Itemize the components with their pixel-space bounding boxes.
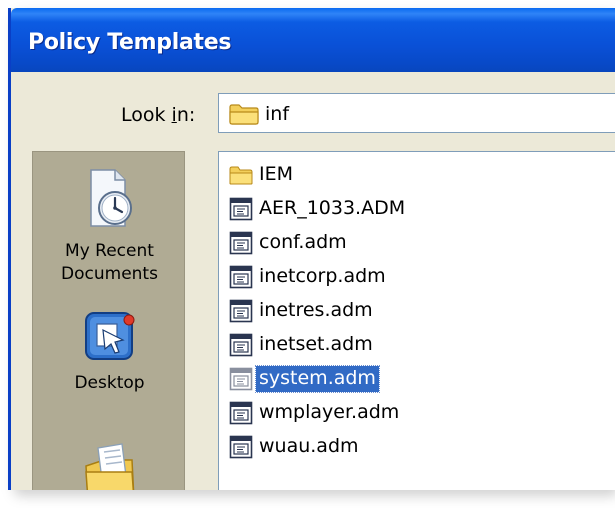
file-list-item-inetset-adm[interactable]: inetset.adm (229, 330, 376, 359)
file-list-item-aer-1033-adm[interactable]: AER_1033.ADM (229, 194, 408, 223)
file-list-item-inetres-adm[interactable]: inetres.adm (229, 296, 376, 325)
recent-documents-icon (85, 168, 135, 230)
screenshot-stage: Policy Templates Look in: inf My Recent … (0, 0, 615, 508)
adm-file-icon (229, 367, 253, 391)
adm-file-icon (229, 197, 253, 221)
places-item-desktop[interactable]: Desktop (33, 310, 186, 395)
file-name: IEM (259, 162, 294, 185)
adm-file-icon (229, 333, 253, 357)
adm-file-icon (229, 299, 253, 323)
my-documents-icon (82, 442, 138, 490)
file-list-item-conf-adm[interactable]: conf.adm (229, 228, 350, 257)
folder-icon (229, 163, 253, 187)
file-list-item-system-adm[interactable]: system.adm (229, 364, 380, 393)
adm-file-icon (229, 435, 253, 459)
desktop-icon (83, 310, 137, 364)
file-list-item-wmplayer-adm[interactable]: wmplayer.adm (229, 398, 402, 427)
file-name: wmplayer.adm (259, 400, 400, 423)
title-bar[interactable]: Policy Templates (11, 8, 615, 72)
adm-file-icon (229, 265, 253, 289)
file-list-item-wuau-adm[interactable]: wuau.adm (229, 432, 362, 461)
folder-icon (229, 103, 259, 129)
file-list[interactable]: IEM AER_1033.ADM conf.adm inetcorp.adm i… (218, 151, 615, 490)
places-bar: My Recent Documents Desktop (32, 151, 185, 490)
adm-file-icon (229, 231, 253, 255)
file-list-item-inetcorp-adm[interactable]: inetcorp.adm (229, 262, 389, 291)
places-item-label: Desktop (33, 372, 186, 395)
file-name: system.adm (255, 364, 380, 393)
file-name: conf.adm (259, 230, 347, 253)
look-in-label: Look in: (121, 104, 195, 126)
look-in-label-pre: Look (121, 104, 172, 126)
file-name: wuau.adm (259, 434, 359, 457)
file-name: inetcorp.adm (259, 264, 386, 287)
window-title: Policy Templates (28, 30, 232, 55)
file-name: AER_1033.ADM (259, 196, 406, 219)
file-name: inetres.adm (259, 298, 373, 321)
file-name: inetset.adm (259, 332, 373, 355)
places-item-my-recent-documents[interactable]: My Recent Documents (33, 168, 186, 286)
file-list-item-iem[interactable]: IEM (229, 160, 296, 189)
places-item-my-documents[interactable] (33, 442, 186, 490)
desktop-label: Desktop (74, 373, 145, 393)
policy-templates-dialog: Policy Templates Look in: inf My Recent … (8, 8, 615, 490)
recent-label: My Recent Documents (61, 241, 158, 284)
look-in-dropdown[interactable]: inf (218, 93, 615, 133)
look-in-label-post: n: (176, 104, 196, 126)
look-in-value: inf (265, 103, 290, 125)
adm-file-icon (229, 401, 253, 425)
places-item-label: My Recent Documents (33, 240, 186, 286)
